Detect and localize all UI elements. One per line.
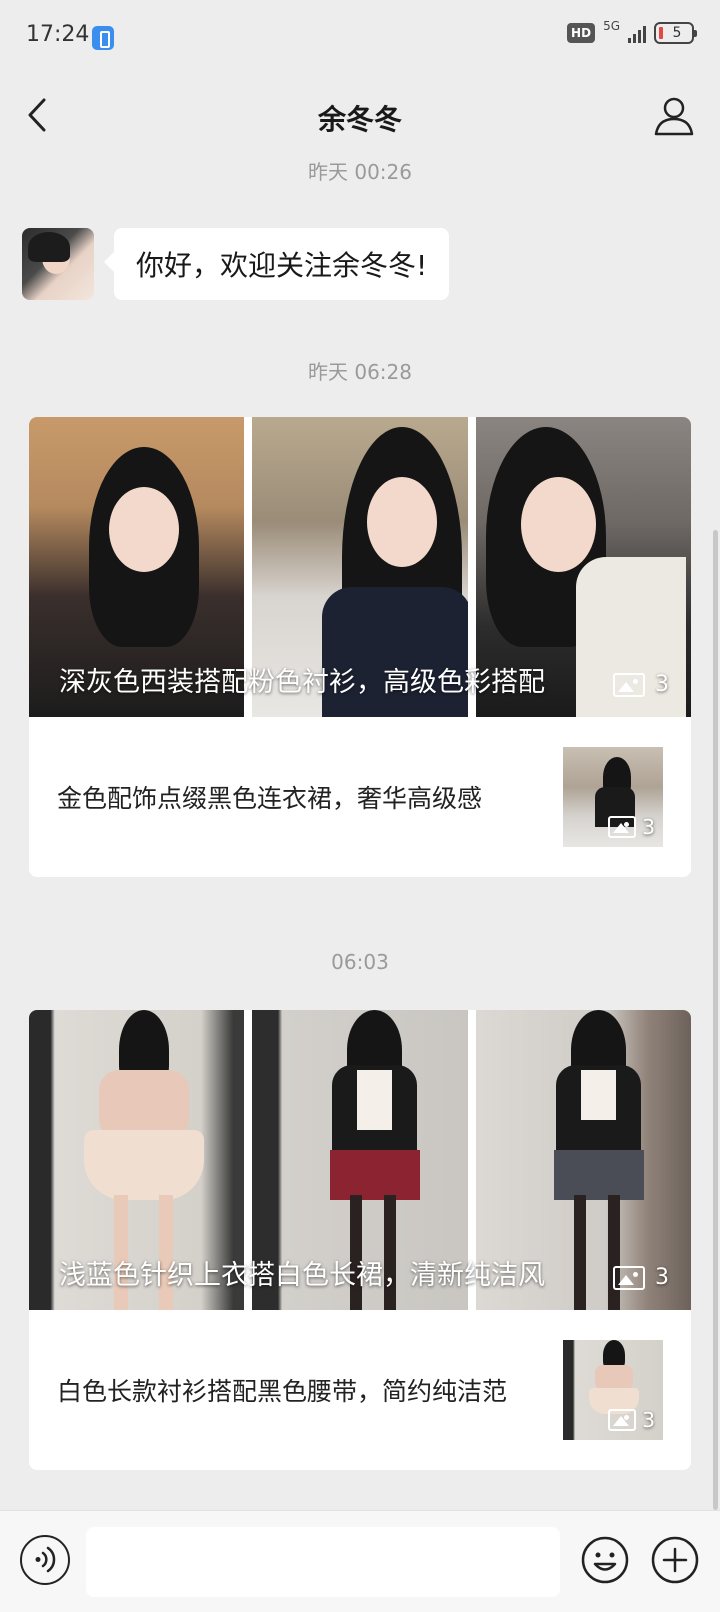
hd-icon: HD [567,23,596,43]
nav-bar: 余冬冬 [0,76,720,156]
article-sub-item[interactable]: 白色长款衬衫搭配黑色腰带，简约纯洁范 3 [29,1310,691,1470]
input-bar [0,1510,720,1612]
article-cover-title: 深灰色西装搭配粉色衬衫，高级色彩搭配 [59,667,545,698]
plus-icon [651,1536,699,1584]
article-cover[interactable]: 浅蓝色针织上衣搭白色长裙，清新纯洁风 3 [29,1010,691,1310]
article-thumbnail: 3 [563,1340,663,1440]
scrollbar[interactable] [713,530,718,1510]
image-count: 3 [613,1265,669,1290]
image-icon [613,1265,645,1290]
article-cover[interactable]: 深灰色西装搭配粉色衬衫，高级色彩搭配 3 [29,417,691,717]
status-bar: 17:24 HD 5G 5 [0,0,720,76]
image-count-label: 3 [655,1265,669,1290]
image-count: 3 [608,815,655,839]
emoji-button[interactable] [580,1535,630,1585]
status-time: 17:24 [26,22,90,47]
voice-icon [35,1546,56,1573]
avatar[interactable] [22,228,94,300]
message-timestamp: 昨天 00:26 [308,160,412,184]
back-button[interactable] [22,90,72,140]
message-bubble[interactable]: 你好，欢迎关注余冬冬! [103,228,450,300]
battery-level: 5 [672,25,682,41]
article-thumbnail: 3 [563,747,663,847]
page-title: 余冬冬 [317,103,402,136]
image-count-label: 3 [642,1408,655,1432]
article-sub-title: 白色长款衬衫搭配黑色腰带，简约纯洁范 [57,1377,508,1406]
article-sub-item[interactable]: 金色配饰点缀黑色连衣裙，奢华高级感 3 [29,717,691,877]
message-timestamp: 昨天 06:28 [308,360,412,384]
image-icon [608,1409,637,1431]
message-input[interactable] [86,1527,560,1597]
image-icon [608,816,637,838]
article-card: 浅蓝色针织上衣搭白色长裙，清新纯洁风 3 白色长款衬衫搭配黑色腰带，简约纯洁范 … [29,1010,691,1470]
image-icon [613,672,645,697]
profile-button[interactable] [652,94,696,138]
more-button[interactable] [650,1535,700,1585]
network-type-label: 5G [603,19,620,33]
article-cover-title: 浅蓝色针织上衣搭白色长裙，清新纯洁风 [59,1260,545,1291]
status-indicators: HD 5G 5 [567,19,697,44]
battery-icon: 5 [654,22,697,44]
signal-icon [628,23,646,43]
chevron-left-icon [28,98,46,132]
image-count-label: 3 [655,672,669,697]
article-sub-title: 金色配饰点缀黑色连衣裙，奢华高级感 [57,784,483,813]
image-count: 3 [613,672,669,697]
voice-button[interactable] [20,1535,70,1585]
app-notification-icon [92,26,114,50]
image-count: 3 [608,1408,655,1432]
article-card: 深灰色西装搭配粉色衬衫，高级色彩搭配 3 金色配饰点缀黑色连衣裙，奢华高级感 3 [29,417,691,877]
message-row: 你好，欢迎关注余冬冬! [22,228,450,300]
emoji-icon [581,1536,629,1584]
message-text: 你好，欢迎关注余冬冬! [136,249,428,282]
image-count-label: 3 [642,815,655,839]
message-timestamp: 06:03 [331,950,389,974]
person-icon [654,97,694,136]
